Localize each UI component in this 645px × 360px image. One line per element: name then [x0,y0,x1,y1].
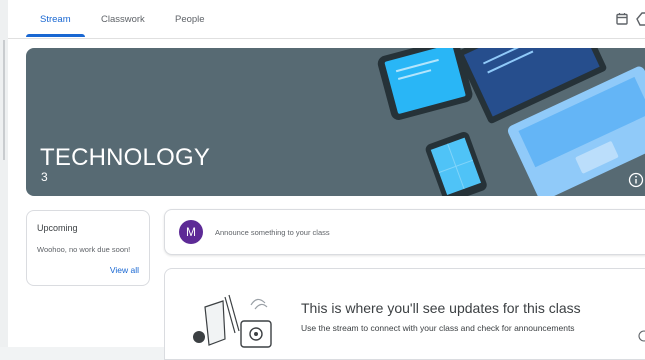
upcoming-card: Upcoming Woohoo, no work due soon! View … [26,210,150,286]
updates-card: This is where you'll see updates for thi… [164,268,645,360]
stream-illustration [193,294,272,348]
help-icon[interactable] [638,330,645,342]
tab-classwork[interactable]: Classwork [101,14,145,25]
classroom-page: Stream Classwork People TECHNOLOGY 3 Upc… [8,0,645,360]
class-title: TECHNOLOGY [40,144,211,171]
tab-active-indicator [26,34,85,37]
top-tabs: Stream Classwork People [8,0,645,39]
side-scrollbar[interactable] [3,40,5,160]
upcoming-title: Upcoming [37,223,78,233]
announce-box[interactable]: M Announce something to your class [164,209,645,255]
class-section: 3 [41,170,48,184]
updates-title: This is where you'll see updates for thi… [301,300,581,316]
info-icon[interactable] [628,172,644,188]
drive-icon[interactable] [636,11,645,27]
left-edge [0,0,8,347]
updates-subtitle: Use the stream to connect with your clas… [301,323,575,333]
avatar: M [179,220,203,244]
tab-people[interactable]: People [175,14,205,25]
tab-stream[interactable]: Stream [40,14,71,25]
devices-illustration [377,48,645,196]
calendar-icon[interactable] [614,11,630,27]
upcoming-message: Woohoo, no work due soon! [37,245,131,254]
announce-input[interactable]: Announce something to your class [215,228,330,237]
class-banner: TECHNOLOGY 3 [26,48,645,196]
view-all-link[interactable]: View all [110,265,139,275]
